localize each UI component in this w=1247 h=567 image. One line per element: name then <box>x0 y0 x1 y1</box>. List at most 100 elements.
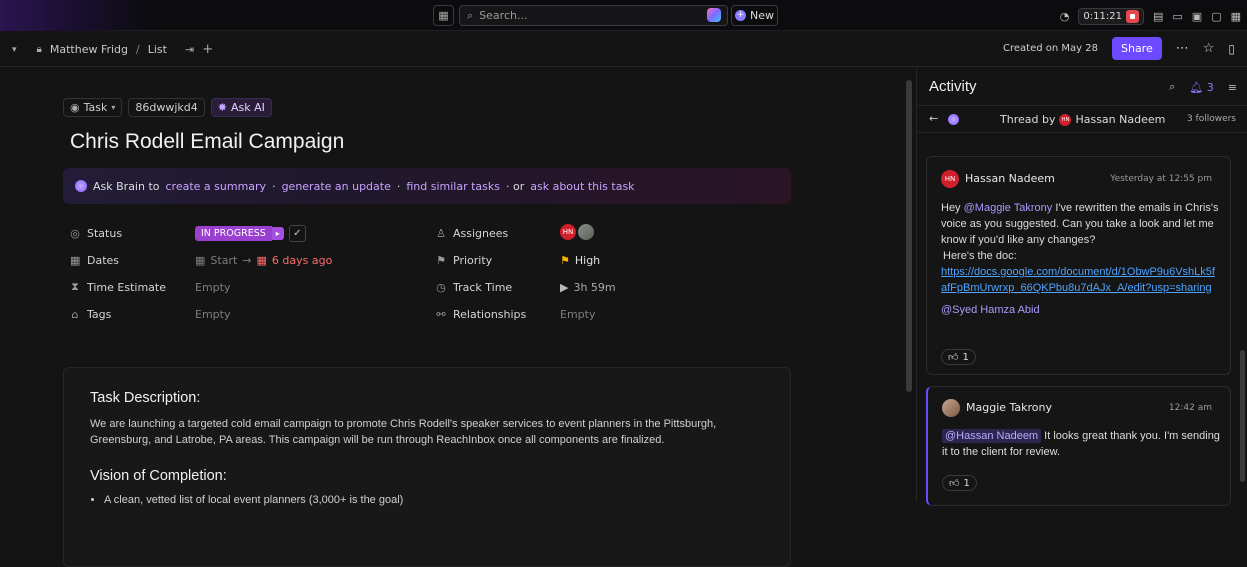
chevron-down-icon: ▾ <box>111 103 116 112</box>
task-main: ◉ Task ▾ 86dwwjkd4 ✸ Ask AI Chris Rodell… <box>0 68 916 567</box>
tag-icon: ⌂ <box>71 307 79 321</box>
star-icon[interactable]: ☆ <box>1203 41 1215 56</box>
play-icon[interactable]: ▶︎ <box>560 281 568 294</box>
complete-check-icon[interactable]: ✓ <box>288 224 306 242</box>
new-button[interactable]: + New <box>731 5 778 26</box>
docs-icon[interactable]: ▣ <box>1192 10 1202 23</box>
reaction-button[interactable]: 👍︎ 1 <box>941 349 976 365</box>
status-pill[interactable]: IN PROGRESS <box>195 225 272 241</box>
field-dates: ▦ Dates <box>70 251 119 269</box>
dates-start[interactable]: Start <box>210 254 237 267</box>
brain-generate-update[interactable]: generate an update <box>282 180 391 193</box>
move-icon[interactable]: ⇥ <box>185 43 194 56</box>
estimate-value[interactable]: Empty <box>195 278 230 296</box>
task-header-bar: ▾ 🔒︎ Matthew Fridg / List ⇥ + Created on… <box>0 31 1247 67</box>
relationships-value[interactable]: Empty <box>560 305 595 323</box>
brand-glow <box>0 0 150 31</box>
thread-prefix: Thread by <box>1000 113 1056 126</box>
reaction-button[interactable]: 👍︎ 1 <box>942 475 977 491</box>
avatar: HN <box>1059 113 1072 126</box>
tags-label: Tags <box>87 307 112 321</box>
breadcrumb-list[interactable]: List <box>148 43 167 56</box>
priority-text: High <box>574 253 601 267</box>
collapse-chevron-icon[interactable]: ▾ <box>12 45 17 55</box>
comment-card: HN Hassan Nadeem Yesterday at 12:55 pm H… <box>926 156 1231 375</box>
thread-author: Hassan Nadeem <box>1075 113 1166 126</box>
add-icon[interactable]: + <box>202 42 213 57</box>
priority-label: Priority <box>453 253 493 267</box>
description-editor[interactable]: Task Description: We are launching a tar… <box>63 367 791 567</box>
avatar[interactable] <box>576 222 596 242</box>
dates-value[interactable]: ▦ Start → ▦ 6 days ago <box>195 251 332 269</box>
main-scrollbar[interactable] <box>906 80 912 392</box>
field-track-time: ◷ Track Time <box>436 278 512 296</box>
whiteboard-icon[interactable]: ▢ <box>1211 10 1221 23</box>
comment-doc-intro: Here's the doc: <box>943 250 1017 262</box>
apps-grid-icon[interactable]: ▦ <box>1231 10 1241 23</box>
top-bar: ▦ ⌕ Search... + New ◔ 0:11:21 ▤ ▭ ▣ ▢ ▦ <box>0 0 1247 31</box>
field-time-estimate: ⧗ Time Estimate <box>70 278 166 296</box>
notifications-button[interactable]: 🔔︎ 3 <box>1189 81 1213 94</box>
brain-prefix: Ask Brain to <box>93 179 160 193</box>
doc-link[interactable]: https://docs.google.com/document/d/1ObwP… <box>941 266 1215 294</box>
brain-ask-task[interactable]: ask about this task <box>530 180 634 193</box>
stop-icon[interactable] <box>1125 10 1139 23</box>
assignees-value[interactable]: HN <box>558 222 596 242</box>
status-control: IN PROGRESS ▸ ✓ <box>195 224 306 242</box>
mention[interactable]: @Syed Hamza Abid <box>941 304 1040 316</box>
thumbs-up-icon: 👍︎ <box>949 478 960 489</box>
ask-brain-bar: Ask Brain to create a summary · generate… <box>63 168 791 204</box>
bell-icon: 🔔︎ <box>1189 80 1204 94</box>
ai-sparkle-icon[interactable] <box>948 114 959 125</box>
check-circle-icon[interactable]: ◔ <box>1060 10 1070 23</box>
field-tags: ⌂ Tags <box>70 305 112 323</box>
track-value[interactable]: ▶︎ 3h 59m <box>560 278 616 296</box>
vision-bullet: A clean, vetted list of local event plan… <box>104 494 403 506</box>
breadcrumb-space[interactable]: Matthew Fridg <box>50 43 128 56</box>
task-type-dropdown[interactable]: ◉ Task ▾ <box>63 98 123 117</box>
sidebar-toggle-icon[interactable]: ▯ <box>1228 42 1235 56</box>
activity-scrollbar[interactable] <box>1240 350 1245 482</box>
filter-icon[interactable]: ≡ <box>1228 81 1237 94</box>
calendar-icon[interactable]: ▦ <box>433 5 454 26</box>
lock-icon: 🔒︎ <box>36 44 42 55</box>
description-text: We are launching a targeted cold email c… <box>90 418 717 446</box>
ai-sparkle-icon: ✸ <box>217 101 227 114</box>
task-id[interactable]: 86dwwjkd4 <box>128 98 205 117</box>
activity-tools: ⌕ 🔔︎ 3 ≡ <box>1169 80 1237 94</box>
ai-icon[interactable] <box>707 8 721 22</box>
dates-due[interactable]: 6 days ago <box>272 254 332 267</box>
mention[interactable]: @Hassan Nadeem <box>942 429 1042 443</box>
back-arrow-icon[interactable]: ← <box>929 112 938 125</box>
brain-create-summary[interactable]: create a summary <box>166 180 267 193</box>
video-icon[interactable]: ▭ <box>1172 10 1182 23</box>
task-type-icon: ◉ <box>70 101 80 114</box>
track-label: Track Time <box>453 280 513 294</box>
vision-heading: Vision of Completion: <box>90 468 227 484</box>
notepad-icon[interactable]: ▤ <box>1153 10 1163 23</box>
avatar[interactable]: HN <box>558 222 578 242</box>
breadcrumb: ▾ 🔒︎ Matthew Fridg / List ⇥ + <box>12 42 213 57</box>
search-input[interactable]: ⌕ Search... <box>459 5 728 26</box>
search-icon: ⌕ <box>467 8 474 22</box>
field-relationships: ⚯ Relationships <box>436 305 526 323</box>
brain-find-similar[interactable]: find similar tasks <box>406 180 500 193</box>
share-button[interactable]: Share <box>1111 37 1162 60</box>
brain-icon <box>75 180 87 192</box>
reaction-count: 1 <box>963 477 970 489</box>
followers-count[interactable]: 3 followers <box>1187 114 1236 124</box>
mention[interactable]: @Maggie Takrony <box>964 202 1053 214</box>
priority-value[interactable]: ⚑ High <box>560 251 600 269</box>
status-next-icon[interactable]: ▸ <box>271 226 284 240</box>
comment-time: 12:42 am <box>1168 403 1212 413</box>
assignees-label: Assignees <box>453 226 509 240</box>
more-icon[interactable]: ⋯ <box>1176 41 1189 56</box>
search-icon[interactable]: ⌕ <box>1169 80 1175 94</box>
avatar: HN <box>941 170 959 188</box>
created-date: Created on May 28 <box>1003 43 1098 54</box>
task-title[interactable]: Chris Rodell Email Campaign <box>70 130 344 154</box>
field-status: ◎ Status <box>70 224 122 242</box>
ask-ai-button[interactable]: ✸ Ask AI <box>210 98 272 117</box>
tags-value[interactable]: Empty <box>195 305 230 323</box>
timer[interactable]: 0:11:21 <box>1078 8 1144 25</box>
